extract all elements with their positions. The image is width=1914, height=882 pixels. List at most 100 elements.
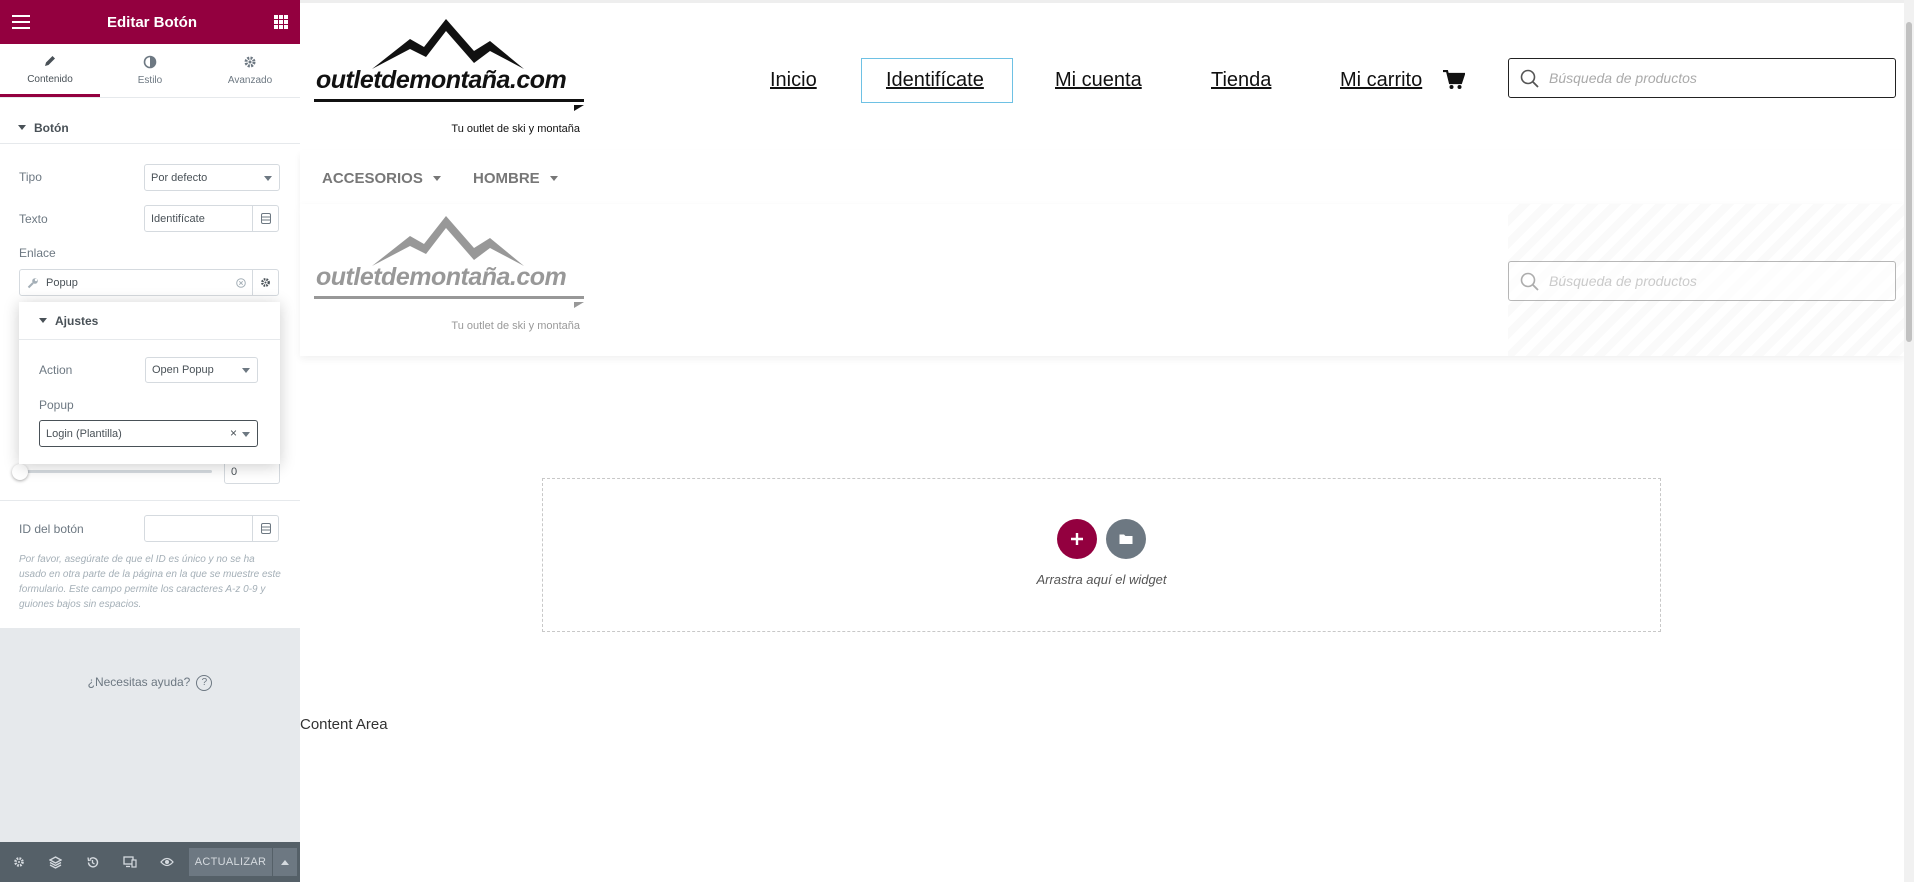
add-section-button[interactable] (1057, 519, 1097, 559)
ajustes-header[interactable]: Ajustes (19, 302, 280, 340)
settings-button[interactable] (0, 842, 37, 882)
tipo-label: Tipo (19, 170, 42, 184)
add-template-button[interactable] (1106, 519, 1146, 559)
update-button[interactable]: ACTUALIZAR (189, 848, 272, 876)
tab-style-label: Estilo (137, 75, 163, 86)
tab-style[interactable]: Estilo (100, 44, 200, 97)
nav-mi-cuenta[interactable]: Mi cuenta (1055, 69, 1142, 92)
enlace-label: Enlace (19, 246, 56, 260)
pencil-icon (45, 55, 55, 66)
devices-icon (122, 856, 137, 868)
logo-tagline: Tu outlet de ski y montaña (451, 123, 580, 135)
content-area-label: Content Area (300, 716, 388, 733)
section-boton-title: Botón (34, 120, 69, 135)
id-boton-label: ID del botón (19, 522, 84, 536)
enlace-input[interactable]: Popup (19, 269, 253, 296)
logo-tagline-sticky: Tu outlet de ski y montaña (451, 320, 580, 332)
popup-select[interactable]: Login (Plantilla) × (39, 420, 258, 447)
chevron-down-icon (242, 431, 250, 437)
caret-down-icon (39, 318, 47, 323)
chevron-down-icon (264, 175, 272, 181)
logo-arrow (574, 105, 584, 111)
plus-icon (1071, 533, 1083, 545)
texto-input[interactable]: Identifícate (144, 205, 253, 232)
divider (0, 500, 300, 501)
texto-input-value: Identifícate (151, 212, 205, 225)
scrollbar-thumb[interactable] (1906, 22, 1912, 342)
link-settings-popover: Ajustes Action Open Popup Popup Login (P… (19, 302, 280, 464)
gear-icon (261, 278, 270, 287)
widget-drop-zone[interactable]: Arrastra aquí el widget (542, 478, 1661, 632)
action-select-value: Open Popup (152, 364, 214, 376)
history-button[interactable] (74, 842, 111, 882)
id-boton-input[interactable] (144, 515, 253, 542)
logo-underline (314, 99, 584, 102)
section-boton[interactable]: Botón (0, 112, 300, 144)
save-options-button[interactable] (273, 848, 297, 876)
editor-panel: Editar Botón Contenido Estilo Avanzado B… (0, 0, 300, 882)
menu-accesorios-label: ACCESORIOS (322, 170, 423, 187)
ajustes-title: Ajustes (55, 313, 99, 328)
slider-track[interactable] (19, 470, 212, 473)
logo-underline (314, 296, 584, 299)
search-placeholder-sticky: Búsqueda de productos (1549, 273, 1697, 289)
clear-selection-icon[interactable]: × (230, 426, 237, 440)
menu-hombre-label: HOMBRE (473, 170, 540, 187)
widgets-grid-icon[interactable] (274, 15, 288, 29)
search-icon (1520, 272, 1539, 291)
caret-up-icon (281, 859, 289, 865)
database-icon (260, 523, 271, 534)
logo-text-sticky: outletdemontaña.com (316, 263, 567, 291)
slider-number-value: 0 (231, 465, 238, 478)
tipo-select[interactable]: Por defecto (144, 164, 280, 191)
popup-select-value: Login (Plantilla) (46, 427, 122, 440)
gear-icon (13, 857, 24, 867)
panel-tabs: Contenido Estilo Avanzado (0, 44, 300, 98)
nav-mi-carrito[interactable]: Mi carrito (1340, 69, 1422, 92)
site-logo[interactable]: outletdemontaña.com Tu outlet de ski y m… (314, 11, 584, 139)
search-input-sticky[interactable]: Búsqueda de productos (1508, 261, 1896, 301)
nav-inicio[interactable]: Inicio (770, 69, 817, 92)
dynamic-tags-button[interactable] (252, 205, 279, 232)
chevron-down-icon (242, 368, 250, 373)
menu-icon[interactable] (12, 15, 30, 29)
preview-scrollbar[interactable] (1904, 0, 1914, 882)
layers-icon (49, 855, 62, 869)
chevron-down-icon (549, 176, 558, 181)
action-label: Action (39, 363, 73, 377)
responsive-mode-button[interactable] (111, 842, 148, 882)
eye-icon (159, 857, 174, 867)
panel-footer: ACTUALIZAR (0, 842, 300, 882)
mountain-logo-icon (372, 216, 524, 266)
slider-handle[interactable] (12, 464, 28, 480)
panel-header: Editar Botón (0, 0, 300, 44)
need-help-link[interactable]: ¿Necesitas ayuda?? (0, 675, 300, 691)
nav-identificate[interactable]: Identifícate (886, 69, 984, 92)
search-input[interactable]: Búsqueda de productos (1508, 58, 1896, 98)
logo-arrow (574, 302, 584, 308)
mountain-logo-icon (372, 19, 524, 69)
menu-accesorios[interactable]: ACCESORIOS (322, 170, 441, 187)
site-logo-sticky[interactable]: outletdemontaña.com Tu outlet de ski y m… (314, 208, 584, 336)
logo-text: outletdemontaña.com (316, 66, 567, 94)
tab-content[interactable]: Contenido (0, 44, 100, 97)
enlace-input-value: Popup (46, 276, 78, 289)
menu-hombre[interactable]: HOMBRE (473, 170, 558, 187)
need-help-text: ¿Necesitas ayuda? (87, 675, 191, 690)
wrench-icon (27, 278, 38, 289)
preview-button[interactable] (148, 842, 185, 882)
contrast-icon (143, 55, 157, 69)
chevron-down-icon (432, 176, 441, 181)
site-menu-bar: ACCESORIOS HOMBRE (300, 150, 1904, 204)
cart-icon[interactable] (1443, 70, 1465, 90)
drop-zone-text: Arrastra aquí el widget (1036, 572, 1167, 587)
action-select[interactable]: Open Popup (145, 357, 258, 383)
navigator-button[interactable] (37, 842, 74, 882)
tab-content-label: Contenido (27, 73, 73, 85)
link-options-button[interactable] (252, 269, 279, 296)
editor-window: Editar Botón Contenido Estilo Avanzado B… (0, 0, 1914, 882)
tab-advanced[interactable]: Avanzado (200, 44, 300, 97)
clear-icon[interactable] (236, 278, 246, 288)
id-dynamic-tags-button[interactable] (252, 515, 279, 542)
nav-tienda[interactable]: Tienda (1211, 69, 1271, 92)
